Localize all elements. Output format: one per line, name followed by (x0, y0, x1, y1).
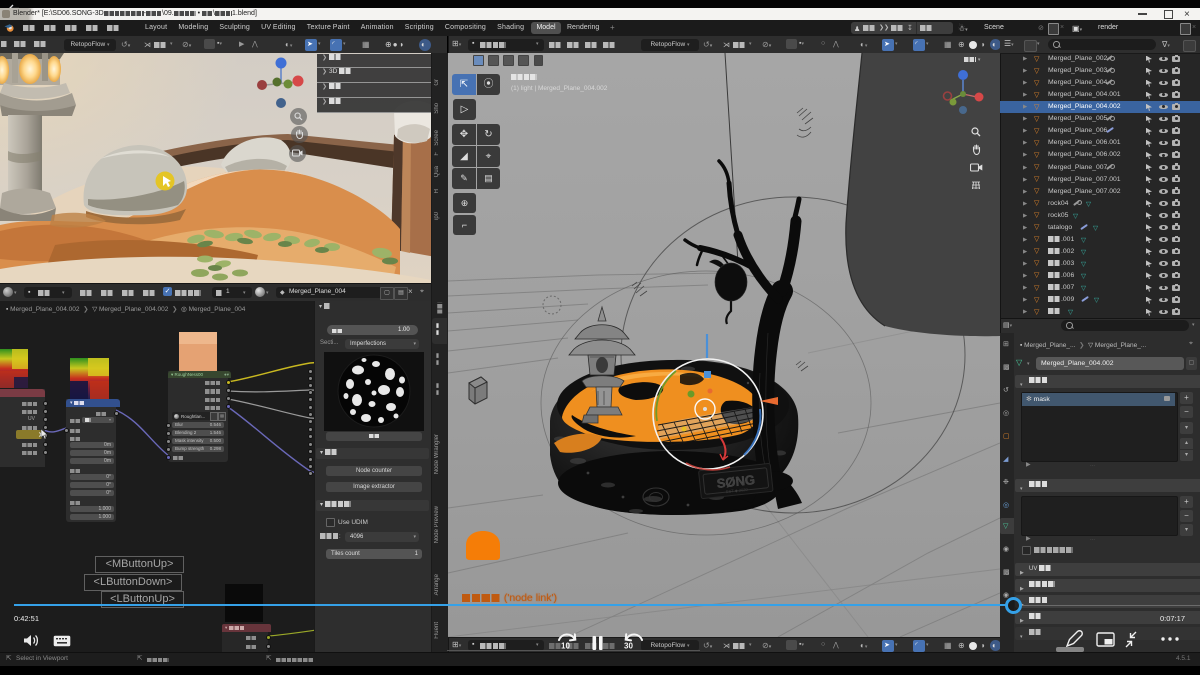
svg-text:30: 30 (624, 642, 633, 651)
svg-text:10: 10 (561, 642, 570, 651)
